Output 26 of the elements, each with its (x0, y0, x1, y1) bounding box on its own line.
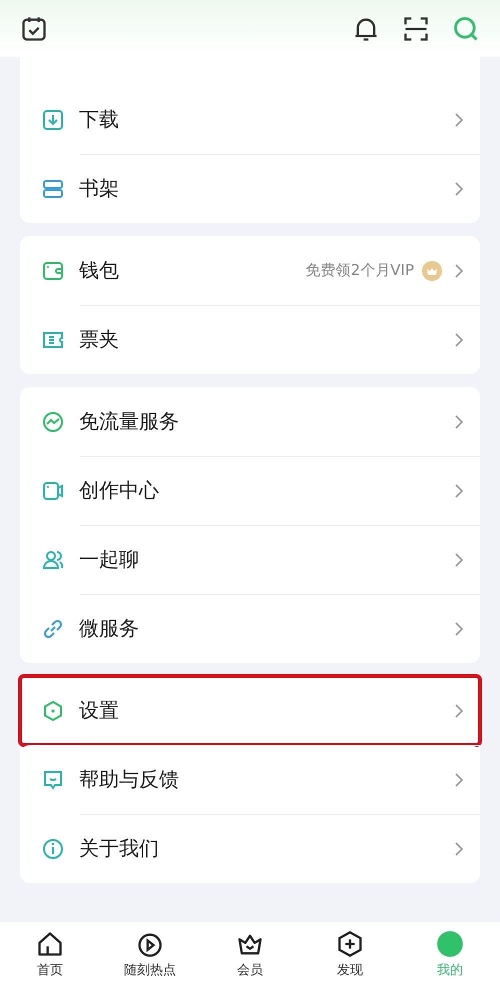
chevron-icon (454, 112, 464, 126)
info-icon (41, 836, 65, 860)
chevron-icon (454, 182, 464, 196)
crown-coin-icon (422, 260, 442, 280)
menu-item[interactable]: 设置 (20, 676, 480, 745)
add-icon (336, 930, 364, 958)
chevron-icon (454, 484, 464, 498)
avatar-icon (436, 930, 464, 958)
calendar-check-icon[interactable] (20, 14, 48, 42)
nav-tab[interactable]: 首页 (0, 922, 100, 987)
chevron-icon (454, 622, 464, 636)
nav-tab[interactable]: 随刻热点 (100, 922, 200, 987)
chevron-icon (454, 332, 464, 346)
hexagon-icon (41, 698, 65, 722)
chevron-icon (454, 414, 464, 428)
nav-tab[interactable]: 会员 (200, 922, 300, 987)
home-icon (36, 930, 64, 958)
chevron-icon (454, 552, 464, 566)
download-icon (41, 108, 65, 132)
chevron-icon (454, 704, 464, 718)
chart-circle-icon (41, 410, 65, 434)
chevron-icon (454, 772, 464, 786)
nav-tab[interactable]: 发现 (300, 922, 400, 987)
chevron-icon (454, 842, 464, 856)
scan-icon[interactable] (402, 14, 430, 42)
chevron-icon (454, 264, 464, 278)
